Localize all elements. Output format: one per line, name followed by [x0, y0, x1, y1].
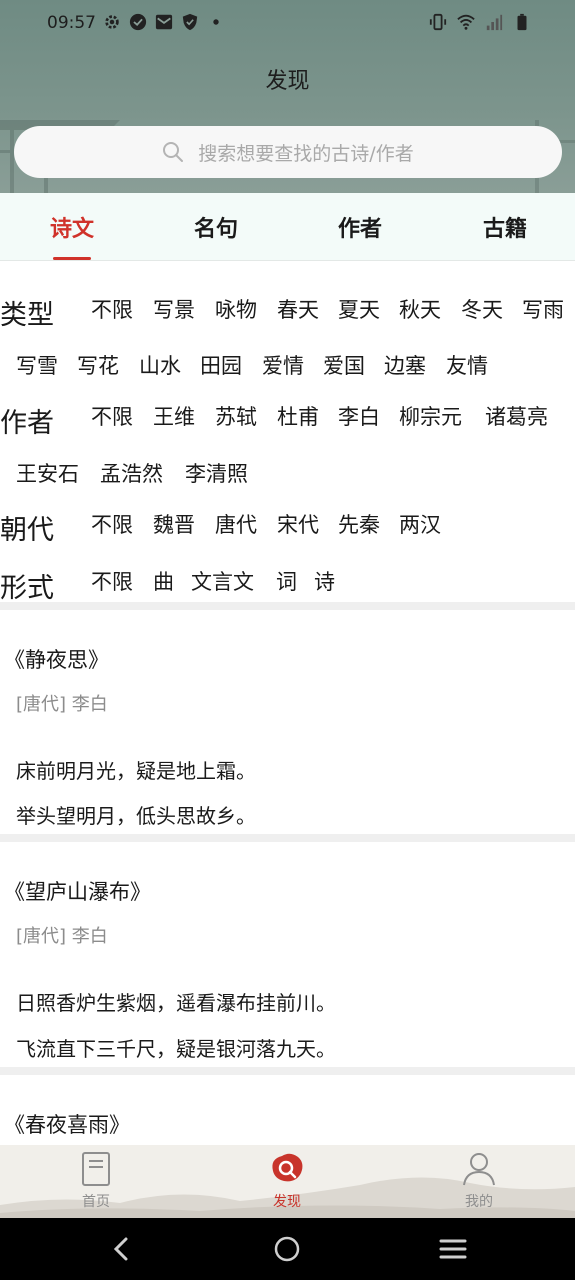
- shield-icon: [182, 13, 198, 31]
- recent-apps-menu-icon[interactable]: [438, 1234, 468, 1264]
- poem-line: 床前明月光，疑是地上霜。: [16, 759, 256, 783]
- signal-icon: [486, 14, 503, 31]
- search-bar[interactable]: 搜索想要查找的古诗/作者: [14, 126, 562, 178]
- nav-discover[interactable]: 发现: [252, 1151, 322, 1211]
- back-chevron-icon[interactable]: [107, 1234, 137, 1264]
- filter-chip[interactable]: 写雪: [16, 350, 58, 380]
- tab-famous-lines[interactable]: 名句: [180, 193, 252, 261]
- nav-home-label: 首页: [82, 1194, 110, 1210]
- filter-chip[interactable]: 两汉: [399, 509, 441, 539]
- vibrate-icon: [429, 13, 447, 31]
- filter-chip[interactable]: 诸葛亮: [485, 401, 548, 431]
- filter-chip[interactable]: 李清照: [185, 458, 248, 488]
- poem-line: 举头望明月，低头思故乡。: [16, 804, 256, 828]
- filter-chip[interactable]: 写景: [153, 294, 195, 324]
- poem-line: 日照香炉生紫烟，遥看瀑布挂前川。: [16, 991, 336, 1015]
- filter-chip[interactable]: 曲: [153, 566, 174, 596]
- filter-chip[interactable]: 写雨: [522, 294, 564, 324]
- filter-chip[interactable]: 苏轼: [215, 401, 257, 431]
- filter-chip[interactable]: 秋天: [399, 294, 441, 324]
- discover-search-icon: [272, 1153, 303, 1182]
- system-nav-bar: [0, 1218, 575, 1280]
- settings-gear-icon: [105, 15, 119, 29]
- filter-chip[interactable]: 爱情: [262, 350, 304, 380]
- bottom-nav: 首页 发现 我的: [0, 1145, 575, 1218]
- filter-chip[interactable]: 边塞: [384, 350, 426, 380]
- filter-chip[interactable]: 王安石: [16, 458, 79, 488]
- filter-label-type: 类型: [0, 300, 54, 331]
- wifi-icon: [457, 14, 475, 30]
- filter-chip[interactable]: 爱国: [323, 350, 365, 380]
- nav-profile[interactable]: 我的: [444, 1151, 514, 1211]
- tab-poems[interactable]: 诗文: [36, 193, 108, 261]
- filter-label-form: 形式: [0, 573, 54, 604]
- filter-chip[interactable]: 春天: [277, 294, 319, 324]
- filter-chip[interactable]: 写花: [77, 350, 119, 380]
- filter-chip[interactable]: 先秦: [338, 509, 380, 539]
- filter-chip[interactable]: 田园: [200, 350, 242, 380]
- filter-chip[interactable]: 魏晋: [153, 509, 195, 539]
- filter-chip[interactable]: 夏天: [338, 294, 380, 324]
- filter-chip[interactable]: 杜甫: [277, 401, 319, 431]
- poem-line: 飞流直下三千尺，疑是银河落九天。: [16, 1037, 336, 1061]
- tab-bar: 诗文 名句 作者 古籍: [0, 193, 575, 261]
- poem-title: 《望庐山瀑布》: [4, 880, 151, 904]
- filter-chip[interactable]: 诗: [314, 566, 335, 596]
- filter-chip[interactable]: 友情: [446, 350, 488, 380]
- status-bar: 09:57: [0, 0, 575, 46]
- filter-chip[interactable]: 不限: [91, 401, 133, 431]
- filter-chip[interactable]: 词: [276, 566, 297, 596]
- dot-icon: [213, 19, 219, 25]
- filter-chip[interactable]: 咏物: [215, 294, 257, 324]
- filter-chip[interactable]: 冬天: [461, 294, 503, 324]
- active-tab-indicator: [53, 257, 91, 260]
- nav-profile-label: 我的: [465, 1194, 493, 1210]
- filter-chip[interactable]: 李白: [338, 401, 380, 431]
- header: 09:57 发现 搜索想要查找的古诗/作者: [0, 0, 575, 193]
- filter-chip[interactable]: 王维: [153, 401, 195, 431]
- filter-chip[interactable]: 宋代: [277, 509, 319, 539]
- book-icon: [82, 1152, 110, 1186]
- nav-home[interactable]: 首页: [61, 1151, 131, 1211]
- tab-authors[interactable]: 作者: [324, 193, 396, 261]
- filter-chip[interactable]: 不限: [91, 566, 133, 596]
- battery-icon: [517, 13, 527, 31]
- filter-chip[interactable]: 不限: [91, 509, 133, 539]
- filter-chip[interactable]: 文言文: [191, 566, 254, 596]
- home-circle-icon[interactable]: [272, 1234, 302, 1264]
- filter-chip[interactable]: 孟浩然: [100, 458, 163, 488]
- filter-chip[interactable]: 唐代: [215, 509, 257, 539]
- filter-label-author: 作者: [0, 408, 54, 439]
- filter-chip[interactable]: 不限: [91, 294, 133, 324]
- filter-chip[interactable]: 柳宗元: [399, 401, 462, 431]
- mail-icon: [155, 14, 173, 30]
- status-time: 09:57: [47, 13, 96, 33]
- tab-classics[interactable]: 古籍: [469, 193, 541, 261]
- filter-label-dynasty: 朝代: [0, 515, 54, 546]
- check-circle-icon: [129, 13, 147, 31]
- poem-author: [唐代] 李白: [16, 926, 108, 947]
- search-icon: [163, 142, 184, 162]
- poem-divider: [0, 834, 575, 842]
- nav-discover-label: 发现: [273, 1194, 301, 1210]
- poem-title: 《静夜思》: [4, 648, 109, 672]
- poem-divider: [0, 1067, 575, 1075]
- poem-title: 《春夜喜雨》: [4, 1113, 130, 1137]
- user-icon: [463, 1153, 495, 1186]
- page-title: 发现: [265, 69, 310, 94]
- section-divider: [0, 602, 575, 610]
- filter-chip[interactable]: 山水: [139, 350, 181, 380]
- poem-author: [唐代] 李白: [16, 694, 108, 715]
- search-placeholder: 搜索想要查找的古诗/作者: [198, 142, 414, 165]
